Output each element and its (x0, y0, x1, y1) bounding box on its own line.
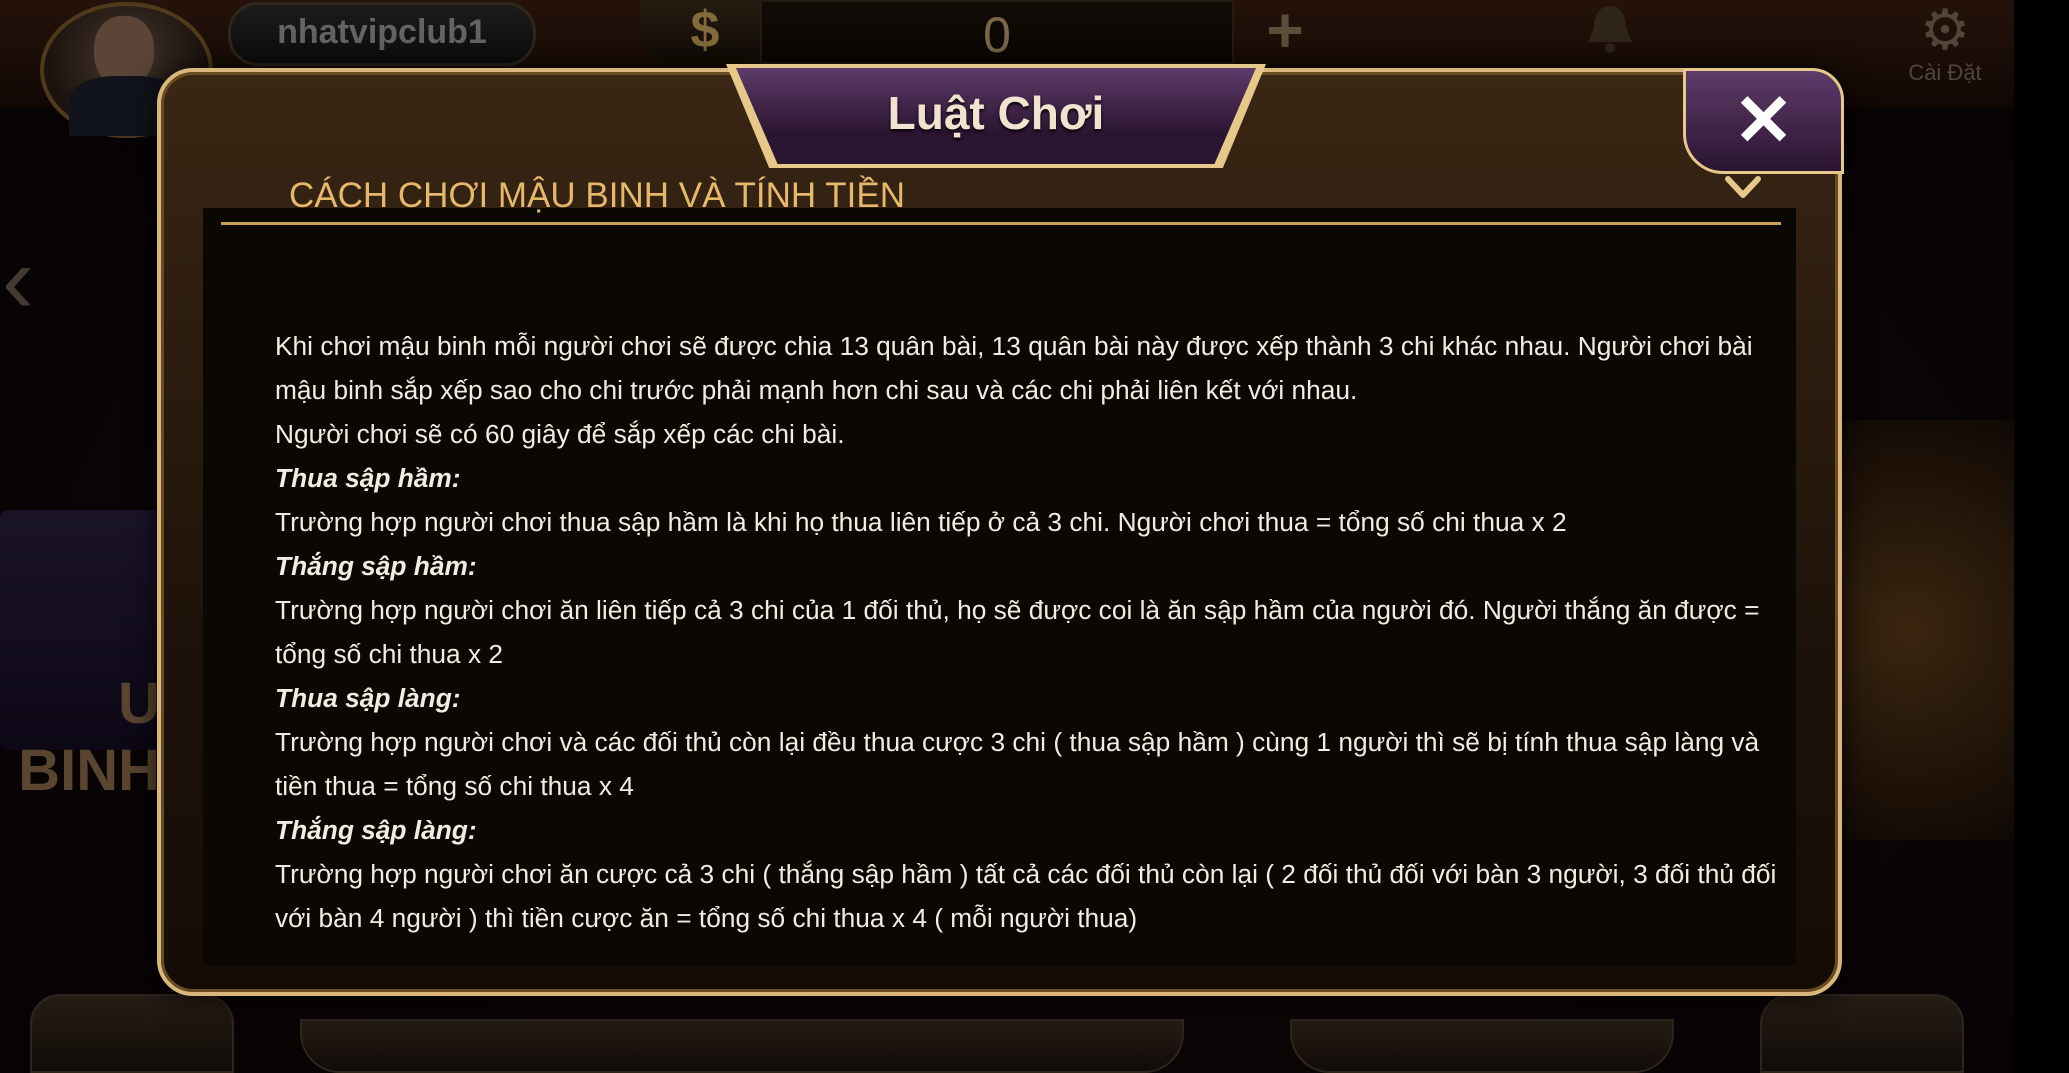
rules-paragraph: Người chơi sẽ có 60 giây để sắp xếp các … (275, 419, 845, 449)
rules-paragraph: Trường hợp người chơi ăn liên tiếp cả 3 … (275, 595, 1760, 669)
rules-paragraph: Khi chơi mậu binh mỗi người chơi sẽ được… (275, 331, 1753, 405)
chevron-down-icon[interactable] (1723, 168, 1763, 213)
rules-paragraph: Trường hợp người chơi ăn cược cả 3 chi (… (275, 859, 1777, 933)
rules-body-text: Khi chơi mậu binh mỗi người chơi sẽ được… (275, 324, 1785, 940)
rules-section-header[interactable]: CÁCH CHƠI MẬU BINH VÀ TÍNH TIỀN (221, 162, 1781, 225)
rules-paragraph: Trường hợp người chơi và các đối thủ còn… (275, 727, 1760, 801)
close-icon: ✕ (1733, 81, 1794, 161)
close-button[interactable]: ✕ (1683, 68, 1844, 174)
rules-heading: Thua sập hầm: (275, 463, 461, 493)
rules-dialog: Luật Chơi ✕ CÁCH CHƠI MẬU BINH VÀ TÍNH T… (157, 64, 1844, 996)
section-title: CÁCH CHƠI MẬU BINH VÀ TÍNH TIỀN (289, 176, 906, 215)
rules-heading: Thua sập làng: (275, 683, 461, 713)
rules-heading: Thắng sập hầm: (275, 551, 477, 581)
rules-heading: Thắng sập làng: (275, 815, 477, 845)
dialog-title: Luật Chơi (887, 87, 1105, 139)
rules-paragraph: Trường hợp người chơi thua sập hầm là kh… (275, 507, 1567, 537)
